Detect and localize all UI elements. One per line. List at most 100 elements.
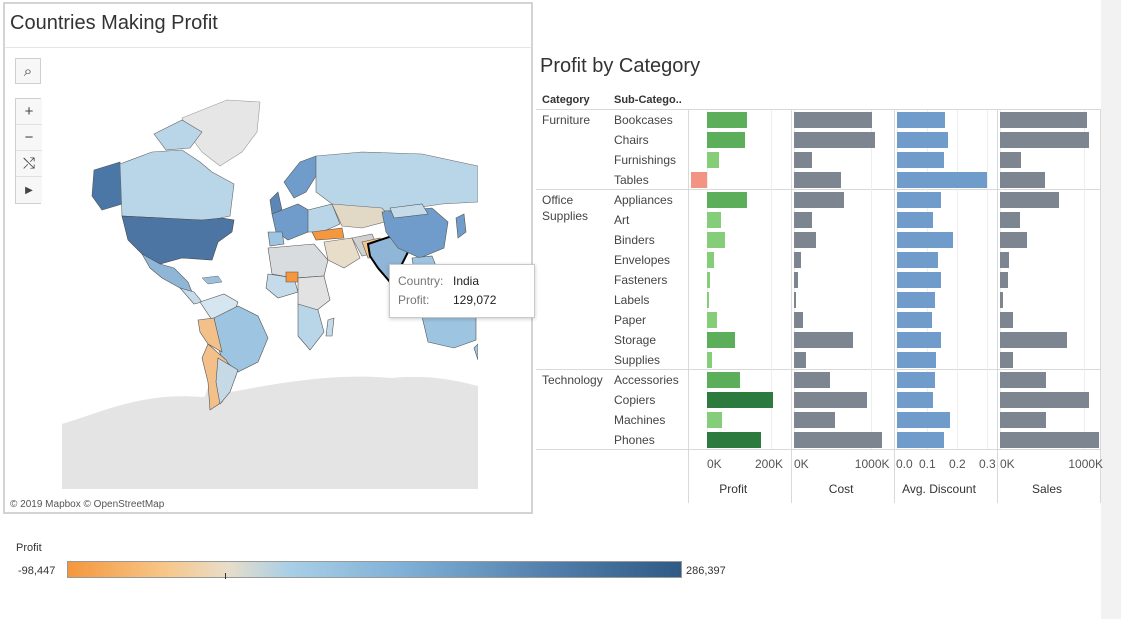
- avg-discount-bar[interactable]: [897, 152, 944, 168]
- profit-bar[interactable]: [707, 412, 722, 428]
- subcategory-label[interactable]: Furnishings: [614, 153, 676, 167]
- profit-bar[interactable]: [707, 432, 761, 448]
- subcategory-label[interactable]: Appliances: [614, 193, 673, 207]
- cost-bar[interactable]: [794, 232, 816, 248]
- subcategory-label[interactable]: Storage: [614, 333, 656, 347]
- profit-bar[interactable]: [707, 292, 710, 308]
- cost-bar[interactable]: [794, 212, 812, 228]
- cost-bar[interactable]: [794, 412, 835, 428]
- subcategory-label[interactable]: Envelopes: [614, 253, 670, 267]
- avg-discount-bar[interactable]: [897, 312, 932, 328]
- subcategory-label[interactable]: Fasteners: [614, 273, 667, 287]
- measure-title[interactable]: Sales: [1032, 482, 1062, 496]
- cost-bar[interactable]: [794, 272, 798, 288]
- avg-discount-bar[interactable]: [897, 132, 948, 148]
- measure-title[interactable]: Cost: [829, 482, 854, 496]
- cost-bar[interactable]: [794, 372, 831, 388]
- subcategory-label[interactable]: Machines: [614, 413, 665, 427]
- avg-discount-bar[interactable]: [897, 292, 935, 308]
- tooltip-country-value: India: [453, 274, 480, 288]
- profit-bar[interactable]: [707, 352, 713, 368]
- sales-bar[interactable]: [1000, 432, 1099, 448]
- sales-bar[interactable]: [1000, 392, 1090, 408]
- sales-bar[interactable]: [1000, 212, 1021, 228]
- sales-bar[interactable]: [1000, 312, 1014, 328]
- subcategory-label[interactable]: Phones: [614, 433, 655, 447]
- map-attribution[interactable]: © 2019 Mapbox © OpenStreetMap: [10, 499, 164, 510]
- avg-discount-bar[interactable]: [897, 192, 941, 208]
- cost-bar[interactable]: [794, 332, 854, 348]
- sales-bar[interactable]: [1000, 252, 1010, 268]
- sales-bar[interactable]: [1000, 372, 1046, 388]
- category-header[interactable]: Category: [542, 94, 590, 106]
- profit-bar[interactable]: [707, 152, 719, 168]
- cost-bar[interactable]: [794, 252, 801, 268]
- measure-title[interactable]: Avg. Discount: [902, 482, 976, 496]
- reset-map-icon[interactable]: ⤭: [16, 151, 42, 177]
- sales-bar[interactable]: [1000, 132, 1089, 148]
- cost-bar[interactable]: [794, 152, 813, 168]
- profit-bar[interactable]: [707, 252, 715, 268]
- profit-bar[interactable]: [707, 192, 747, 208]
- subcategory-label[interactable]: Chairs: [614, 133, 649, 147]
- subcategory-label[interactable]: Tables: [614, 173, 649, 187]
- avg-discount-bar[interactable]: [897, 272, 941, 288]
- cost-bar[interactable]: [794, 112, 872, 128]
- profit-bar[interactable]: [690, 172, 707, 188]
- avg-discount-bar[interactable]: [897, 212, 933, 228]
- avg-discount-bar[interactable]: [897, 372, 935, 388]
- avg-discount-bar[interactable]: [897, 252, 938, 268]
- expand-toolbar-icon[interactable]: ▶: [16, 177, 42, 203]
- subcategory-label[interactable]: Accessories: [614, 373, 679, 387]
- subcategory-label[interactable]: Copiers: [614, 393, 655, 407]
- avg-discount-bar[interactable]: [897, 172, 987, 188]
- avg-discount-bar[interactable]: [897, 392, 933, 408]
- sales-bar[interactable]: [1000, 352, 1014, 368]
- profit-bar[interactable]: [707, 312, 717, 328]
- cost-bar[interactable]: [794, 132, 875, 148]
- subcategory-label[interactable]: Binders: [614, 233, 655, 247]
- avg-discount-bar[interactable]: [897, 112, 945, 128]
- sales-bar[interactable]: [1000, 112, 1087, 128]
- legend-color-ramp[interactable]: [67, 561, 682, 578]
- profit-bar[interactable]: [707, 112, 748, 128]
- cost-bar[interactable]: [794, 432, 882, 448]
- profit-bar[interactable]: [707, 232, 726, 248]
- sales-bar[interactable]: [1000, 272, 1008, 288]
- cost-bar[interactable]: [794, 312, 804, 328]
- cost-bar[interactable]: [794, 292, 797, 308]
- cost-bar[interactable]: [794, 352, 807, 368]
- subcategory-label[interactable]: Bookcases: [614, 113, 673, 127]
- sales-bar[interactable]: [1000, 172, 1045, 188]
- sales-bar[interactable]: [1000, 152, 1022, 168]
- profit-bar[interactable]: [707, 212, 722, 228]
- subcategory-label[interactable]: Art: [614, 213, 629, 227]
- zoom-out-icon[interactable]: −: [16, 125, 42, 151]
- zoom-in-icon[interactable]: +: [16, 99, 42, 125]
- profit-bar[interactable]: [707, 272, 710, 288]
- profit-bar[interactable]: [707, 332, 735, 348]
- profit-bar[interactable]: [707, 392, 773, 408]
- profit-bar[interactable]: [707, 372, 740, 388]
- avg-discount-bar[interactable]: [897, 432, 944, 448]
- sales-bar[interactable]: [1000, 232, 1027, 248]
- cost-bar[interactable]: [794, 172, 841, 188]
- avg-discount-bar[interactable]: [897, 352, 936, 368]
- cost-bar[interactable]: [794, 392, 867, 408]
- sales-bar[interactable]: [1000, 292, 1004, 308]
- subcategory-label[interactable]: Labels: [614, 293, 649, 307]
- sales-bar[interactable]: [1000, 192, 1060, 208]
- subcategory-label[interactable]: Supplies: [614, 353, 660, 367]
- measure-title[interactable]: Profit: [719, 482, 747, 496]
- cost-bar[interactable]: [794, 192, 844, 208]
- sales-bar[interactable]: [1000, 332, 1067, 348]
- avg-discount-bar[interactable]: [897, 332, 941, 348]
- subcategory-header[interactable]: Sub-Catego..: [614, 94, 682, 106]
- avg-discount-bar[interactable]: [897, 412, 950, 428]
- search-icon[interactable]: ⌕: [15, 58, 41, 84]
- sales-bar[interactable]: [1000, 412, 1047, 428]
- avg-discount-bar[interactable]: [897, 232, 953, 248]
- profit-bar[interactable]: [707, 132, 745, 148]
- subcategory-label[interactable]: Paper: [614, 313, 646, 327]
- map-iberia: [267, 231, 285, 247]
